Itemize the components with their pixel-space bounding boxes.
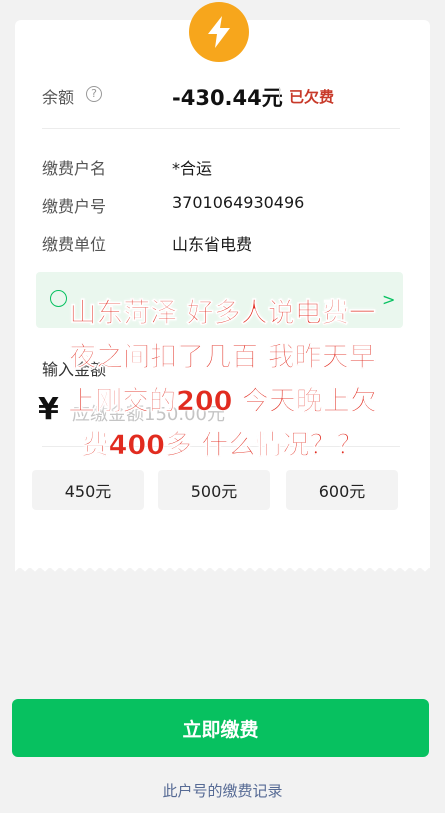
overlay-line: 上刚交的200 今天晚上欠 [68,386,377,418]
lightning-bolt-icon [189,2,249,62]
card-zigzag-edge [15,562,430,572]
divider [279,87,280,104]
overlay-line: 夜之间扣了几百 我昨天早 [69,342,376,374]
pay-now-button[interactable]: 立即缴费 [12,699,429,757]
payment-records-link[interactable]: 此户号的缴费记录 [0,780,445,801]
question-circle-icon[interactable]: ? [86,86,102,102]
billing-unit-value: 山东省电费 [172,235,253,254]
overlay-caption: 山东菏泽 好多人说电费一 夜之间扣了几百 我昨天早 上刚交的200 今天晚上欠 … [0,292,445,468]
account-number-value: 3701064930496 [172,193,305,212]
quick-amount-600[interactable]: 600元 [286,470,398,510]
quick-amount-450[interactable]: 450元 [32,470,144,510]
account-name-label: 缴费户名 [42,159,107,178]
quick-amount-500[interactable]: 500元 [158,470,270,510]
balance-value: -430.44元 [172,86,283,110]
overlay-line: 山东菏泽 好多人说电费一 [69,298,376,330]
billing-unit-label: 缴费单位 [42,235,107,254]
balance-label: 余额 [42,88,75,107]
account-name-value: *合运 [172,159,213,178]
account-number-label: 缴费户号 [42,197,107,216]
debt-status-badge: 已欠费 [289,88,335,106]
overlay-line: 费400多 什么情况？？ [81,430,364,462]
divider [42,128,400,129]
